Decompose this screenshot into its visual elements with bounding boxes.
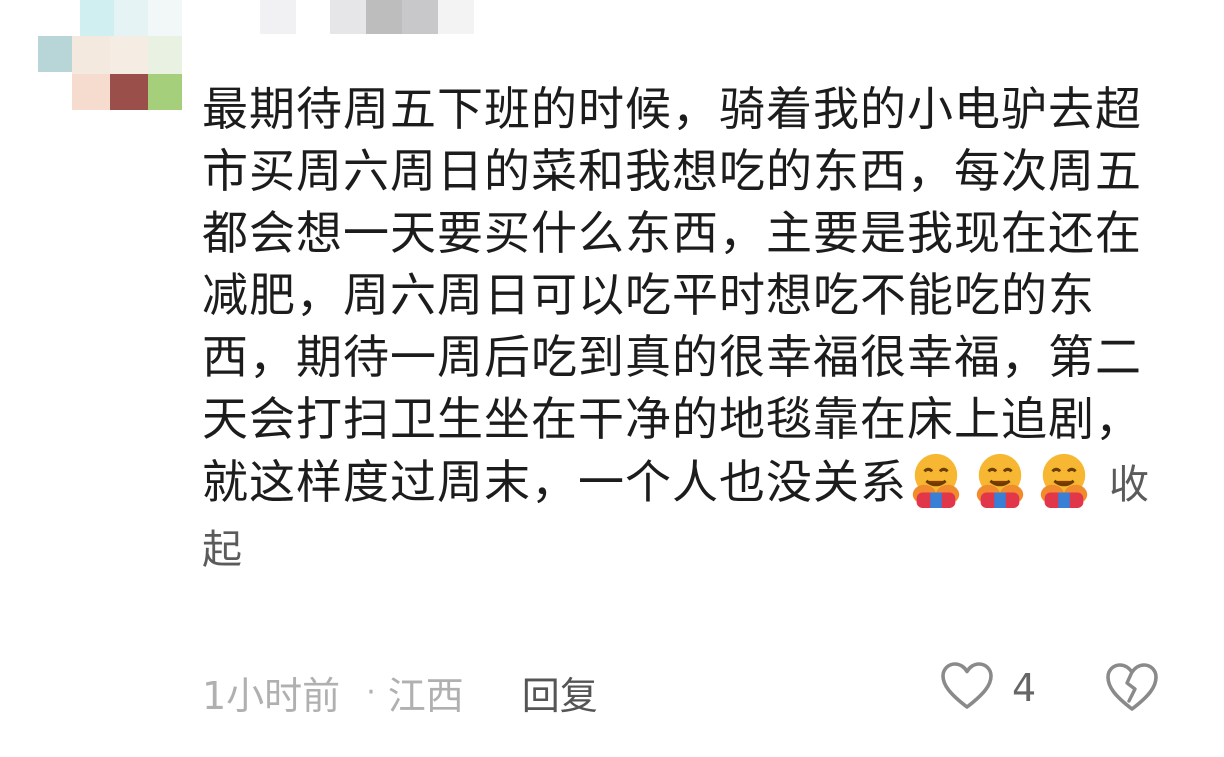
heart-outline-icon <box>940 660 994 716</box>
ip-region: 江西 <box>387 673 464 718</box>
comment-body: 最期待周五下班的时候，骑着我的小电驴去超市买周六周日的菜和我想吃的东西，每次周五… <box>202 78 1162 581</box>
comment-text: 最期待周五下班的时候，骑着我的小电驴去超市买周六周日的菜和我想吃的东西，每次周五… <box>202 78 1162 581</box>
timestamp: 1小时前 <box>202 673 341 718</box>
comment-card: 最期待周五下班的时候，骑着我的小电驴去超市买周六周日的菜和我想吃的东西，每次周五… <box>0 0 1224 757</box>
meta-separator: · <box>366 674 376 710</box>
broken-heart-icon <box>1104 663 1160 718</box>
like-button[interactable]: 4 <box>940 660 1036 716</box>
reply-button[interactable]: 回复 <box>522 665 598 720</box>
hugging-face-emoji-icon <box>971 450 1029 508</box>
like-count: 4 <box>1012 666 1037 710</box>
comment-content: 最期待周五下班的时候，骑着我的小电驴去超市买周六周日的菜和我想吃的东西，每次周五… <box>202 82 1142 509</box>
avatar[interactable] <box>0 0 210 120</box>
username-blurred[interactable] <box>250 0 530 40</box>
hugging-face-emoji-icon <box>907 450 965 508</box>
hugging-face-emoji-icon <box>1035 450 1093 508</box>
dislike-button[interactable] <box>1104 660 1160 718</box>
